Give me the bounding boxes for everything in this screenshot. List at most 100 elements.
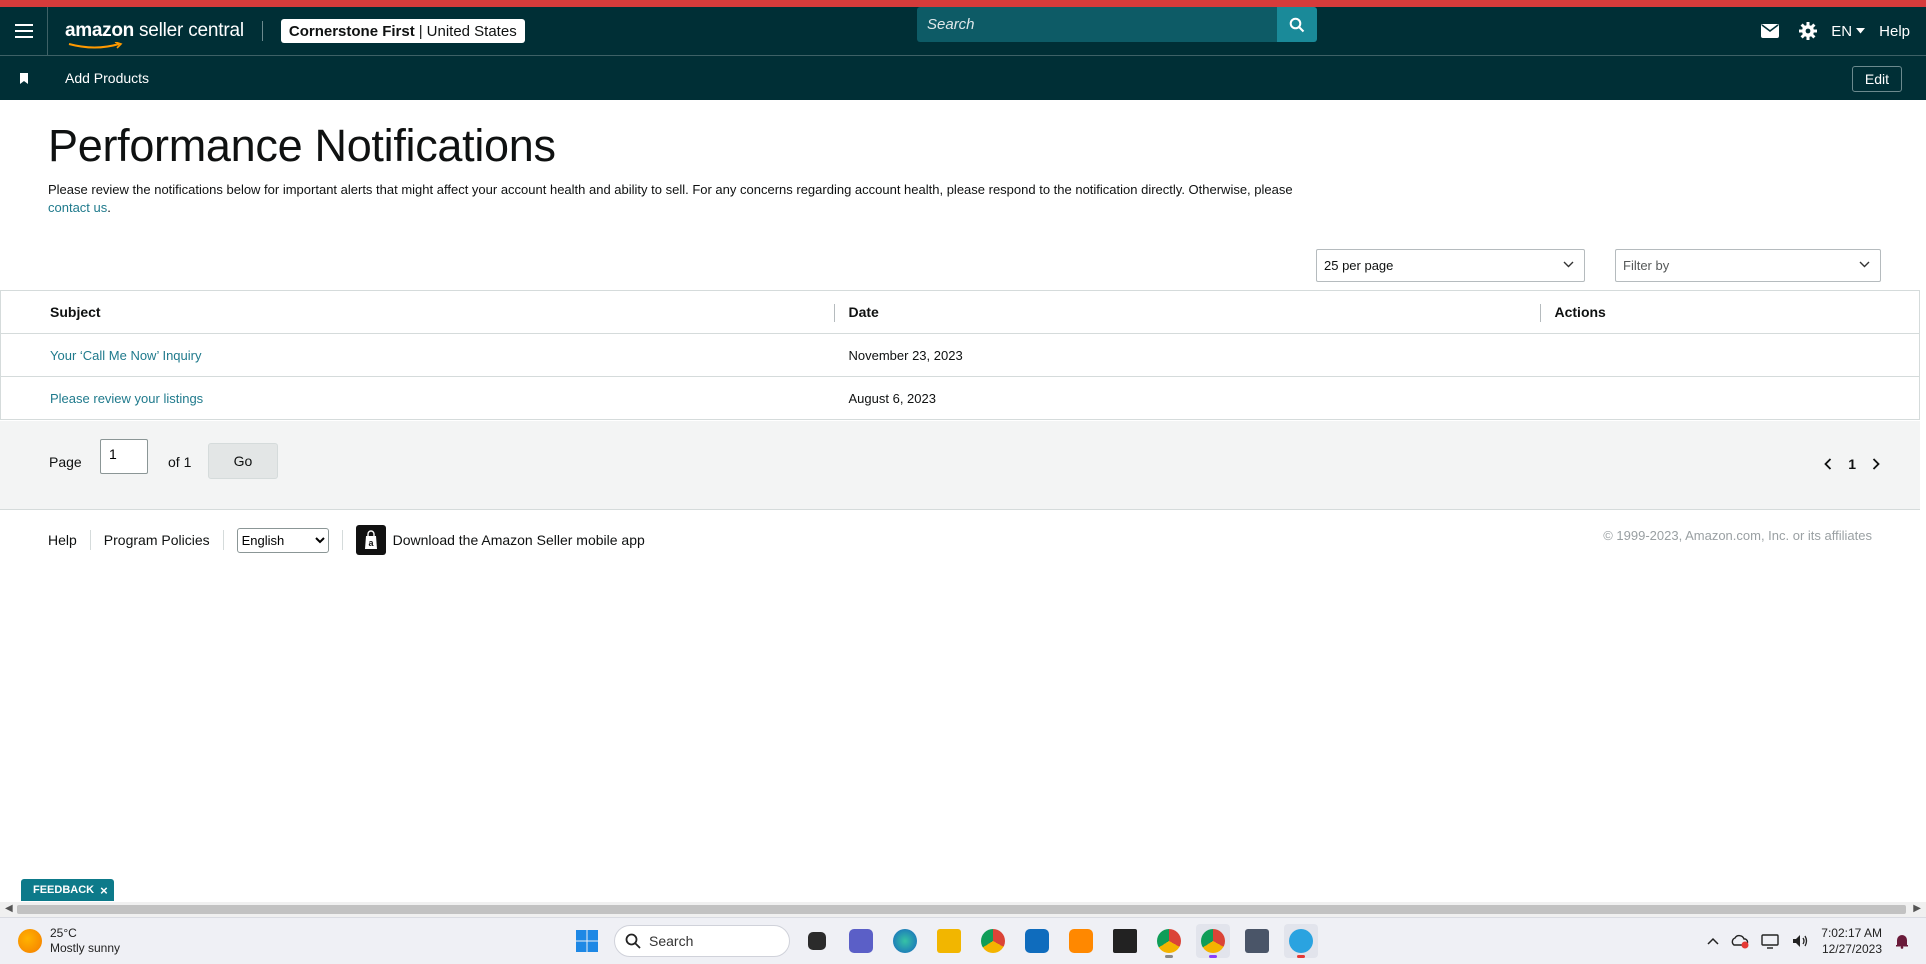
go-button[interactable]: Go: [208, 443, 278, 479]
footer-divider: [341, 530, 343, 550]
account-switcher[interactable]: Cornerstone First | United States: [280, 19, 525, 43]
column-header-actions-label: Actions: [1554, 304, 1606, 320]
menu-icon[interactable]: [0, 7, 48, 55]
weather-temperature: 25°C: [50, 926, 77, 940]
footer-language-select[interactable]: English: [236, 527, 329, 553]
table-header-row: Subject Date Actions: [0, 290, 1920, 334]
column-resize-handle[interactable]: [833, 304, 835, 322]
taskbar-apps: Search: [570, 924, 1318, 958]
mail-icon[interactable]: [1751, 7, 1789, 55]
page-intro: Please review the notifications below fo…: [48, 181, 1338, 217]
onedrive-icon[interactable]: [1731, 933, 1749, 949]
footer-program-policies-link[interactable]: Program Policies: [91, 530, 224, 550]
system-clock[interactable]: 7:02:17 AM 12/27/2023: [1821, 925, 1882, 957]
search-button[interactable]: [1277, 7, 1317, 42]
intro-text: Please review the notifications below fo…: [48, 182, 1293, 197]
footer-help-link[interactable]: Help: [48, 530, 91, 550]
copyright-text: © 1999-2023, Amazon.com, Inc. or its aff…: [1603, 528, 1872, 543]
table-row: Please review your listings August 6, 20…: [0, 376, 1920, 420]
bookmark-add-products[interactable]: Add Products: [65, 70, 149, 86]
column-header-subject[interactable]: Subject: [0, 290, 834, 334]
page-navigator: 1: [1824, 456, 1880, 472]
chevron-down-icon: [1859, 261, 1870, 268]
amazon-smile-icon: [68, 42, 123, 49]
feedback-tab[interactable]: FEEDBACK ×: [21, 879, 114, 901]
network-icon[interactable]: [1761, 933, 1779, 949]
windows-taskbar: 25°C Mostly sunny Search 7:02:17 AM 12/2…: [0, 917, 1926, 964]
chevron-down-icon: [1563, 261, 1574, 268]
current-page-number[interactable]: 1: [1848, 456, 1856, 472]
seller-central-logo[interactable]: amazon seller central: [65, 20, 244, 49]
chrome-active-icon[interactable]: [1196, 924, 1230, 958]
per-page-value: 25 per page: [1324, 258, 1394, 273]
scroll-left-icon[interactable]: ◀: [5, 903, 13, 914]
chrome-icon[interactable]: [976, 924, 1010, 958]
chevron-right-icon[interactable]: [1872, 458, 1880, 470]
contact-us-link[interactable]: contact us: [48, 200, 107, 215]
per-page-dropdown[interactable]: 25 per page: [1316, 249, 1585, 282]
download-app-link[interactable]: Download the Amazon Seller mobile app: [393, 532, 645, 548]
notification-subject-link[interactable]: Your ‘Call Me Now’ Inquiry: [50, 348, 202, 363]
caret-down-icon: [1856, 28, 1866, 34]
page-title: Performance Notifications: [48, 120, 556, 171]
volume-icon[interactable]: [1791, 933, 1809, 949]
feedback-close-icon[interactable]: ×: [100, 883, 108, 898]
nav-divider: [261, 21, 263, 41]
page-footer: Help Program Policies English a Download…: [48, 523, 645, 557]
search-icon: [1289, 17, 1305, 32]
calculator-icon[interactable]: [1240, 924, 1274, 958]
notification-bell-icon[interactable]: [1894, 933, 1910, 949]
seller-app-icon[interactable]: a: [355, 525, 386, 555]
pagination-bar: Page of 1 Go 1: [0, 421, 1920, 510]
notification-actions: [1539, 376, 1920, 420]
bookmark-icon[interactable]: [0, 72, 48, 84]
edge-browser-icon[interactable]: [888, 924, 922, 958]
task-view-icon[interactable]: [800, 924, 834, 958]
nav-right-tools: EN Help: [1751, 7, 1910, 55]
logo-amazon-text: amazon: [65, 20, 134, 41]
outlook-icon[interactable]: [1020, 924, 1054, 958]
filter-by-placeholder: Filter by: [1623, 258, 1670, 273]
language-selector[interactable]: EN: [1831, 22, 1866, 40]
chevron-left-icon[interactable]: [1824, 458, 1832, 470]
account-region: United States: [426, 22, 517, 40]
column-header-date-label: Date: [848, 304, 879, 320]
bookmark-bar: Add Products Edit: [0, 55, 1926, 100]
active-indicator: [1209, 955, 1217, 958]
taskbar-search[interactable]: Search: [614, 925, 790, 957]
filter-by-dropdown[interactable]: Filter by: [1615, 249, 1881, 282]
column-header-date[interactable]: Date: [833, 290, 1540, 334]
notification-actions: [1539, 333, 1920, 377]
help-link[interactable]: Help: [1879, 23, 1910, 40]
system-tray: 7:02:17 AM 12/27/2023: [1707, 924, 1910, 958]
feedback-label: FEEDBACK: [33, 884, 95, 896]
gear-icon[interactable]: [1789, 7, 1827, 55]
page-number-input[interactable]: [100, 439, 148, 474]
file-explorer-icon[interactable]: [932, 924, 966, 958]
notification-date: November 23, 2023: [833, 333, 1540, 377]
global-search: [917, 7, 1317, 42]
teams-chat-icon[interactable]: [844, 924, 878, 958]
account-separator: |: [418, 22, 423, 40]
telegram-icon[interactable]: [1284, 924, 1318, 958]
scroll-right-icon[interactable]: ▶: [1913, 903, 1921, 914]
language-label: EN: [1831, 22, 1853, 40]
logo-seller-central-text: seller central: [138, 20, 244, 41]
sun-icon: [18, 929, 42, 953]
windows-start-icon[interactable]: [570, 924, 604, 958]
intro-end: .: [107, 200, 111, 215]
chrome-profile-icon[interactable]: [1152, 924, 1186, 958]
column-resize-handle[interactable]: [1539, 304, 1541, 322]
chevron-up-icon[interactable]: [1707, 937, 1719, 945]
sticky-notes-icon[interactable]: [1108, 924, 1142, 958]
account-name: Cornerstone First: [288, 22, 415, 40]
edit-bookmarks-button[interactable]: Edit: [1851, 66, 1902, 92]
search-icon: [625, 933, 641, 949]
scrollbar-thumb[interactable]: [17, 905, 1906, 914]
ringcentral-icon[interactable]: [1064, 924, 1098, 958]
notifications-table: Subject Date Actions Your ‘Call Me Now’ …: [0, 290, 1920, 420]
horizontal-scrollbar[interactable]: ◀ ▶: [0, 902, 1926, 917]
notification-subject-link[interactable]: Please review your listings: [50, 391, 203, 406]
weather-widget[interactable]: 25°C Mostly sunny: [18, 926, 120, 956]
search-input[interactable]: [917, 7, 1277, 42]
